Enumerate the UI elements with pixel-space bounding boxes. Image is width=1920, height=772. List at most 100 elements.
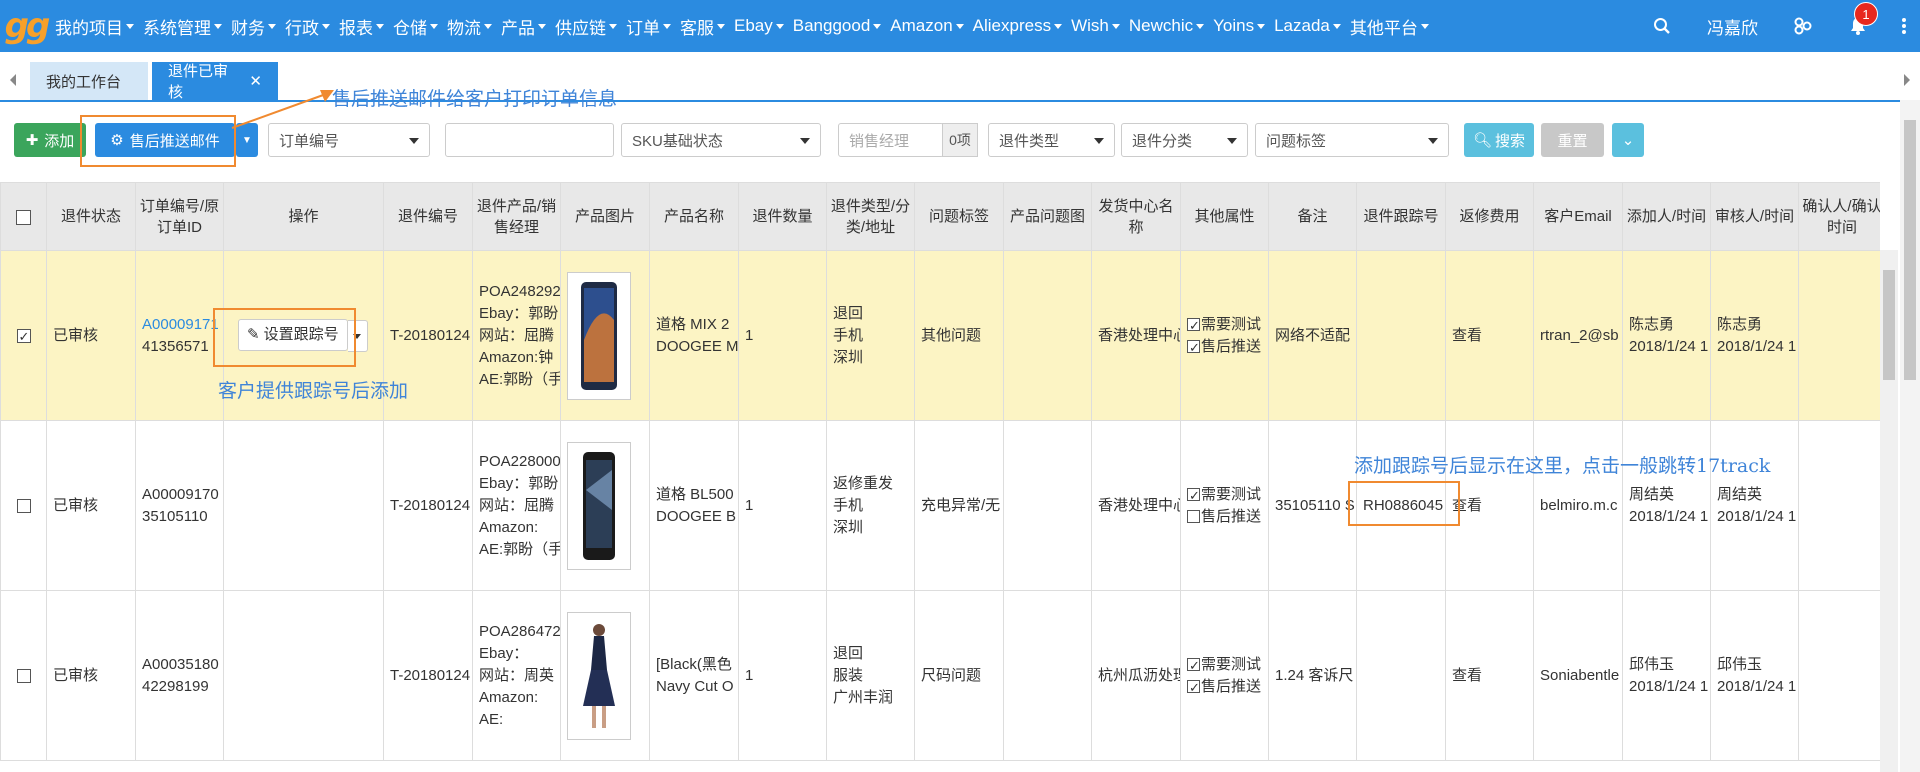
nav-menu-item[interactable]: 系统管理 [140, 0, 225, 52]
attribute-after-sale-push[interactable]: 售后推送 [1187, 506, 1262, 528]
column-header[interactable]: 退件产品/销售经理 [472, 182, 561, 251]
nav-menu-item[interactable]: 产品 [498, 0, 549, 52]
order-number-link[interactable]: A00009171 [142, 314, 219, 336]
column-header[interactable]: 操作 [223, 182, 384, 251]
nav-menu-item[interactable]: 财务 [228, 0, 279, 52]
expand-filters-button[interactable]: ⌄ [1612, 123, 1644, 157]
column-header[interactable]: 产品名称 [649, 182, 739, 251]
attribute-after-sale-push[interactable]: 售后推送 [1187, 676, 1262, 699]
after-sale-push-label: 售后推送 [1201, 677, 1262, 695]
bell-icon[interactable]: 1 [1828, 0, 1888, 52]
row-checkbox[interactable] [16, 326, 31, 348]
column-header[interactable]: 退件数量 [738, 182, 827, 251]
row-checkbox[interactable] [16, 668, 31, 683]
nav-menu-item[interactable]: Banggood [790, 0, 885, 52]
column-header[interactable]: 添加人/时间 [1622, 182, 1711, 251]
page-scrollbar-thumb[interactable] [1904, 120, 1916, 380]
switch-app-icon[interactable] [1778, 0, 1828, 52]
nav-menu-item[interactable]: 我的项目 [52, 0, 137, 52]
nav-menu-item[interactable]: 物流 [444, 0, 495, 52]
table-scrollbar-thumb[interactable] [1883, 270, 1895, 380]
column-header[interactable]: 备注 [1268, 182, 1357, 251]
column-header[interactable]: 发货中心名称 [1091, 182, 1181, 251]
column-header[interactable]: 返修费用 [1445, 182, 1534, 251]
attribute-need-test[interactable]: 需要测试 [1187, 484, 1262, 507]
order-number-link[interactable]: A00009170 [142, 484, 219, 506]
user-name[interactable]: 冯嘉欣 [1687, 14, 1778, 39]
sku-status-select[interactable]: SKU基础状态 [621, 123, 821, 157]
need-test-checkbox[interactable] [1187, 655, 1200, 677]
nav-menu-item[interactable]: Aliexpress [970, 0, 1065, 52]
column-header[interactable]: 客户Email [1533, 182, 1623, 251]
column-header[interactable]: 退件类型/分类/地址 [826, 182, 915, 251]
nav-menu-item[interactable]: Yoins [1210, 0, 1268, 52]
column-header[interactable]: 审核人/时间 [1710, 182, 1799, 251]
reset-button[interactable]: 重置 [1541, 123, 1604, 157]
nav-menu-item[interactable]: Newchic [1126, 0, 1207, 52]
return-type-select[interactable]: 退件类型 [988, 123, 1115, 157]
after-sale-push-checkbox[interactable] [1187, 677, 1200, 699]
nav-menu-item[interactable]: Ebay [731, 0, 787, 52]
return-number: T-20180124 [390, 666, 471, 684]
order-number-input[interactable] [445, 123, 614, 157]
row-checkbox[interactable] [16, 498, 31, 513]
view-repair-fee-link[interactable]: 查看 [1452, 495, 1527, 517]
table-row[interactable]: 已审核 A00035180 42298199 T-20180124 POA286472 E… [0, 590, 1880, 761]
nav-menu-item[interactable]: 行政 [282, 0, 333, 52]
more-vertical-icon[interactable] [1888, 0, 1920, 52]
app-logo[interactable]: gg [0, 0, 52, 52]
need-test-label: 需要测试 [1201, 485, 1262, 503]
column-header[interactable]: 退件状态 [46, 182, 136, 251]
tab-scroll-left-icon[interactable] [10, 74, 16, 86]
after-sale-push-label: 售后推送 [1201, 337, 1262, 355]
column-header[interactable]: 其他属性 [1180, 182, 1269, 251]
add-button[interactable]: ✚ 添加 [14, 123, 86, 157]
attribute-need-test[interactable]: 需要测试 [1187, 314, 1262, 337]
product-photo[interactable] [567, 271, 631, 400]
nav-menu-item[interactable]: 其他平台 [1347, 0, 1432, 52]
annotation-highlight-set-tracking [213, 308, 356, 367]
view-repair-fee-link[interactable]: 查看 [1452, 325, 1527, 347]
column-header[interactable]: 订单编号/原订单ID [135, 182, 224, 251]
issue-tag-select-value: 问题标签 [1266, 132, 1327, 150]
attribute-need-test[interactable]: 需要测试 [1187, 654, 1262, 677]
product-photo[interactable] [567, 611, 631, 740]
product-name-line: 道格 BL500 [656, 485, 734, 503]
column-header[interactable]: 产品问题图 [1003, 182, 1092, 251]
need-test-checkbox[interactable] [1187, 315, 1200, 337]
nav-menu-item[interactable]: 仓储 [390, 0, 441, 52]
select-all-checkbox[interactable] [16, 209, 31, 225]
nav-menu-item[interactable]: 报表 [336, 0, 387, 52]
product-photo[interactable] [567, 441, 631, 570]
issue-tag-select[interactable]: 问题标签 [1255, 123, 1449, 157]
select-all-cell[interactable] [0, 182, 47, 251]
order-number-link[interactable]: A00035180 [142, 654, 219, 676]
nav-menu-item[interactable]: Wish [1068, 0, 1123, 52]
return-category-select[interactable]: 退件分类 [1121, 123, 1248, 157]
page-scrollbar[interactable] [1900, 100, 1920, 772]
search-icon[interactable] [1637, 0, 1687, 52]
issue-photo-cell [1003, 590, 1092, 761]
attribute-after-sale-push[interactable]: 售后推送 [1187, 336, 1262, 359]
search-button[interactable]: 🔍︎ 搜索 [1464, 123, 1534, 157]
after-sale-push-checkbox[interactable] [1187, 337, 1200, 359]
tab-workbench[interactable]: 我的工作台 [30, 62, 148, 100]
column-header[interactable]: 问题标签 [914, 182, 1004, 251]
after-sale-push-checkbox[interactable] [1187, 510, 1200, 524]
column-header[interactable]: 退件编号 [383, 182, 473, 251]
need-test-checkbox[interactable] [1187, 485, 1200, 507]
column-header[interactable]: 确认人/确认时间 [1798, 182, 1880, 251]
column-header[interactable]: 退件跟踪号 [1356, 182, 1446, 251]
product-name-cell: [Black(黑色 Navy Cut O [649, 590, 739, 761]
sales-manager-input[interactable]: 销售经理 [838, 123, 944, 157]
nav-menu-item[interactable]: Lazada [1271, 0, 1344, 52]
view-repair-fee-link[interactable]: 查看 [1452, 665, 1527, 687]
nav-menu-item[interactable]: 供应链 [552, 0, 620, 52]
nav-menu-item[interactable]: 订单 [623, 0, 674, 52]
table-row[interactable]: 已审核 A00009170 35105110 T-20180124 POA228000 E… [0, 420, 1880, 591]
tab-scroll-right-icon[interactable] [1904, 74, 1910, 86]
column-header[interactable]: 产品图片 [560, 182, 650, 251]
nav-menu-item[interactable]: Amazon [887, 0, 966, 52]
table-scrollbar[interactable] [1880, 250, 1898, 772]
nav-menu-item[interactable]: 客服 [677, 0, 728, 52]
